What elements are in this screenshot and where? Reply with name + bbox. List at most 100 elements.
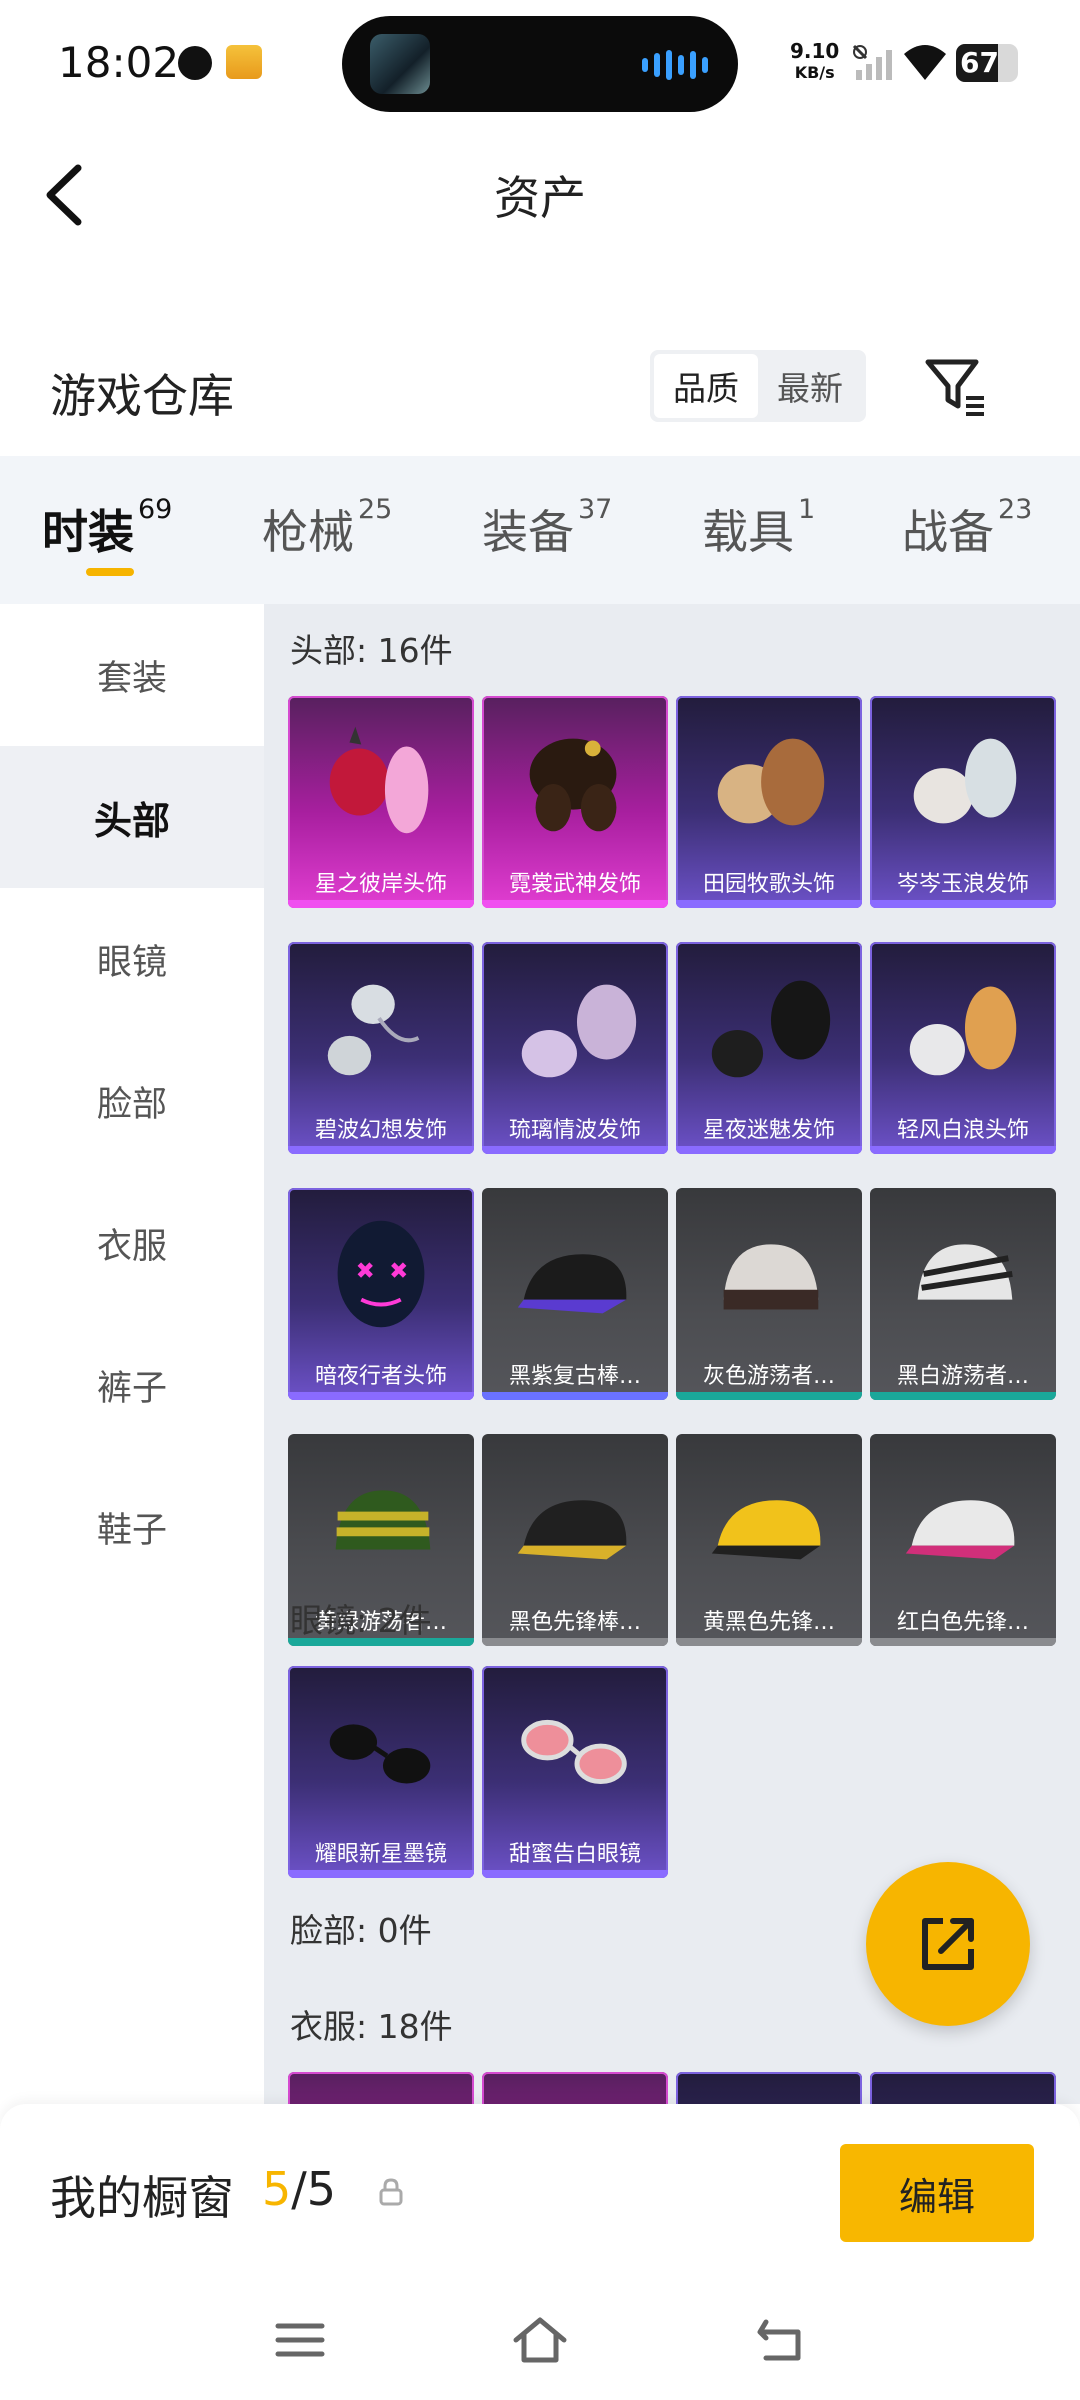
filter-icon[interactable] [922, 354, 988, 420]
item-image [517, 1254, 627, 1314]
item-card[interactable]: 星之彼岸头饰 [288, 696, 474, 908]
item-name: 岑岑玉浪发饰 [896, 872, 1029, 897]
item-image [329, 1724, 431, 1784]
share-icon [922, 1918, 974, 1970]
item-card[interactable] [482, 2072, 668, 2104]
home-icon[interactable] [510, 2312, 570, 2368]
tab-active-indicator [86, 568, 134, 576]
sidebar-item-set[interactable]: 套装 [0, 604, 264, 746]
head-item-grid: 星之彼岸头饰 霓裳武神发饰 田园牧歌头饰 岑岑玉浪发饰碧波幻想发饰 琉璃情波发饰 星夜迷魅… [288, 696, 1056, 1646]
item-name: 琉璃情波发饰 [508, 1118, 641, 1143]
media-thumbnail [370, 34, 430, 94]
share-button[interactable] [866, 1862, 1030, 2026]
rarity-bar [676, 1146, 862, 1154]
item-image [517, 1500, 627, 1560]
item-card[interactable]: 耀眼新星墨镜 [288, 1666, 474, 1878]
showcase-bar: 我的橱窗 5/5 编辑 [0, 2104, 1080, 2288]
rarity-bar [288, 1870, 474, 1878]
item-card[interactable]: 黑色先锋棒… [482, 1434, 668, 1646]
item-image [909, 986, 1017, 1076]
sidebar-item-head[interactable]: 头部 [0, 746, 264, 888]
item-card[interactable]: 岑岑玉浪发饰 [870, 696, 1056, 908]
item-name: 黑色先锋棒… [508, 1610, 641, 1635]
tab-equipment[interactable]: 装备 37 [482, 494, 612, 562]
rarity-bar [482, 1870, 668, 1878]
sidebar-item-face[interactable]: 脸部 [0, 1030, 264, 1172]
item-card[interactable] [288, 2072, 474, 2104]
item-name: 甜蜜告白眼镜 [508, 1842, 641, 1867]
tab-fashion[interactable]: 时装 69 [42, 494, 172, 562]
item-image [529, 738, 617, 832]
item-name: 星之彼岸头饰 [314, 872, 447, 897]
section-title-face: 脸部: 0件 [290, 1911, 432, 1950]
item-image [711, 1500, 821, 1560]
showcase-title: 我的橱窗 [50, 2171, 234, 2225]
category-tabs: 时装 69 枪械 25 装备 37 载具 1 战备 23 [0, 456, 1080, 604]
rarity-bar [482, 1392, 668, 1400]
item-image [337, 1220, 425, 1328]
sort-toggle: 品质 最新 [650, 350, 866, 422]
item-name: 碧波幻想发饰 [314, 1118, 447, 1143]
status-bar: 18:02 9.10 KB/s 67 [0, 0, 1080, 130]
item-name: 黑紫复古棒… [508, 1364, 641, 1389]
item-card[interactable]: 红白色先锋… [870, 1434, 1056, 1646]
dynamic-island[interactable] [342, 16, 738, 112]
item-name: 黄黑色先锋… [702, 1610, 835, 1635]
sidebar-item-clothes[interactable]: 衣服 [0, 1172, 264, 1314]
item-image [905, 1500, 1015, 1560]
section-title-head: 头部: 16件 [290, 631, 453, 670]
item-name: 星夜迷魅发饰 [702, 1118, 835, 1143]
item-image [723, 1244, 819, 1310]
rarity-bar [870, 1392, 1056, 1400]
item-card[interactable]: 星夜迷魅发饰 [676, 942, 862, 1154]
item-name: 暗夜行者头饰 [314, 1364, 447, 1389]
item-name: 黑白游荡者… [896, 1364, 1029, 1389]
item-card[interactable] [676, 2072, 862, 2104]
item-image [913, 738, 1017, 824]
tab-vehicles[interactable]: 载具 1 [702, 494, 815, 562]
warehouse-title: 游戏仓库 [50, 369, 234, 423]
item-image [711, 980, 831, 1078]
item-name: 田园牧歌头饰 [702, 872, 835, 897]
system-nav-bar [0, 2288, 1080, 2400]
sort-quality-button[interactable]: 品质 [654, 354, 758, 418]
item-card[interactable]: 黄黑色先锋… [676, 1434, 862, 1646]
item-name: 轻风白浪头饰 [896, 1118, 1029, 1143]
section-title-glasses: 眼镜: 2件 [290, 1601, 432, 1640]
sort-newest-button[interactable]: 最新 [758, 354, 862, 418]
rarity-bar [482, 1638, 668, 1646]
item-card[interactable]: 灰色游荡者… [676, 1188, 862, 1400]
item-name: 耀眼新星墨镜 [314, 1842, 447, 1867]
menu-icon[interactable] [272, 2312, 328, 2368]
item-card[interactable]: 甜蜜告白眼镜 [482, 1666, 668, 1878]
rarity-bar [482, 1146, 668, 1154]
rarity-bar [676, 1638, 862, 1646]
item-card[interactable]: 轻风白浪头饰 [870, 942, 1056, 1154]
sidebar-item-glasses[interactable]: 眼镜 [0, 888, 264, 1030]
app-notification-icon [178, 46, 212, 80]
section-title-clothes: 衣服: 18件 [290, 2007, 453, 2046]
item-card[interactable]: 碧波幻想发饰 [288, 942, 474, 1154]
item-card[interactable]: 霓裳武神发饰 [482, 696, 668, 908]
item-card[interactable]: 田园牧歌头饰 [676, 696, 862, 908]
tab-supplies[interactable]: 战备 23 [902, 494, 1032, 562]
item-card[interactable]: 黑紫复古棒… [482, 1188, 668, 1400]
showcase-count: 5/5 [262, 2162, 337, 2216]
rarity-bar [288, 900, 474, 908]
sidebar: 套装 头部 眼镜 脸部 衣服 裤子 鞋子 [0, 604, 264, 2104]
item-card[interactable]: 暗夜行者头饰 [288, 1188, 474, 1400]
sidebar-item-pants[interactable]: 裤子 [0, 1314, 264, 1456]
tab-guns[interactable]: 枪械 25 [262, 494, 392, 562]
back-icon[interactable] [752, 2312, 808, 2368]
rarity-bar [288, 1392, 474, 1400]
item-card[interactable]: 黑白游荡者… [870, 1188, 1056, 1400]
rarity-bar [870, 1638, 1056, 1646]
item-card[interactable]: 琉璃情波发饰 [482, 942, 668, 1154]
sidebar-item-shoes[interactable]: 鞋子 [0, 1456, 264, 1598]
edit-button[interactable]: 编辑 [840, 2144, 1034, 2242]
item-card[interactable] [870, 2072, 1056, 2104]
rarity-bar [870, 900, 1056, 908]
rarity-bar [676, 1392, 862, 1400]
glasses-item-grid: 耀眼新星墨镜 甜蜜告白眼镜 [288, 1666, 1056, 1878]
rarity-bar [676, 900, 862, 908]
